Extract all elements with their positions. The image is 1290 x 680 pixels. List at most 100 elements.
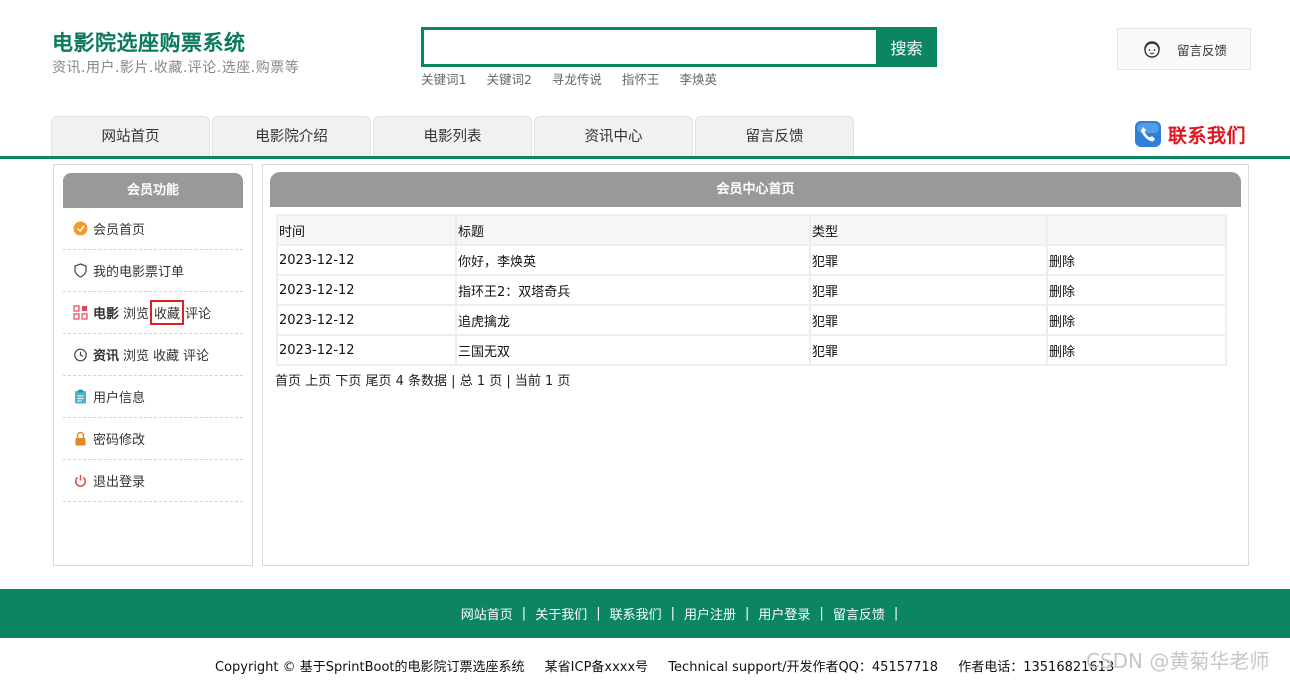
site-title: 电影院选座购票系统: [52, 31, 246, 55]
table-row: 2023-12-12 指环王2：双塔奇兵 犯罪 删除: [278, 276, 1225, 304]
sidebar-item-user-info[interactable]: 用户信息: [63, 376, 243, 418]
cell-type: 犯罪: [811, 276, 1046, 304]
footer-link-about[interactable]: 关于我们: [535, 604, 587, 623]
sidebar-item-label: 用户信息: [93, 391, 146, 406]
pagination: 首页 上页 下页 尾页 4 条数据 | 总 1 页 | 当前 1 页: [275, 374, 571, 389]
hot-keywords: 关键词1 关键词2 寻龙传说 指怀王 李焕英: [421, 69, 737, 88]
sidebar-item-label: 会员首页: [93, 223, 146, 238]
keyword-link[interactable]: 关键词1: [421, 69, 466, 88]
table-row: 2023-12-12 追虎擒龙 犯罪 删除: [278, 306, 1225, 334]
icp-text: 某省ICP备xxxx号: [544, 660, 649, 675]
footer-link-feedback[interactable]: 留言反馈: [833, 604, 885, 623]
sidebar-item-label: 退出登录: [93, 475, 146, 490]
sidebar-item-ticket-orders[interactable]: 我的电影票订单: [63, 250, 243, 292]
nav-item-movie-list[interactable]: 电影列表: [373, 116, 532, 156]
cell-title: 追虎擒龙: [457, 306, 809, 334]
contact-us-label: 联系我们: [1168, 124, 1247, 147]
delete-link[interactable]: 删除: [1048, 276, 1225, 304]
feedback-label: 留言反馈: [1177, 42, 1228, 58]
sidebar-title: 会员功能: [63, 173, 243, 208]
shield-icon: [73, 263, 88, 278]
feedback-button[interactable]: 留言反馈: [1117, 28, 1251, 70]
watermark: CSDN @黄菊华老师: [1086, 649, 1270, 673]
member-sidebar: 会员功能 会员首页 我的电影票订单 电影 浏览 收藏 评论 资讯 浏览 收藏 评…: [53, 164, 253, 566]
pager-last-link[interactable]: 尾页: [365, 374, 391, 389]
keyword-link[interactable]: 李焕英: [679, 69, 717, 88]
column-header-type: 类型: [811, 216, 1046, 244]
pager-total: 总 1 页: [459, 374, 503, 389]
power-icon: [73, 473, 88, 488]
clock-icon: [73, 347, 88, 362]
cell-title: 指环王2：双塔奇兵: [457, 276, 809, 304]
news-comments-link[interactable]: 评论: [183, 345, 209, 364]
delete-link[interactable]: 删除: [1048, 246, 1225, 274]
search-button[interactable]: 搜索: [876, 27, 937, 67]
delete-link[interactable]: 删除: [1048, 306, 1225, 334]
support-text: Technical support/开发作者QQ：45157718: [668, 660, 939, 675]
pager-count: 4 条数据: [395, 374, 448, 389]
footer-link-contact[interactable]: 联系我们: [610, 604, 662, 623]
delete-link[interactable]: 删除: [1048, 336, 1225, 364]
column-header-time: 时间: [278, 216, 455, 244]
favorites-table: 时间 标题 类型 2023-12-12 你好，李焕英 犯罪 删除 2023-12…: [276, 214, 1227, 366]
table-header-row: 时间 标题 类型: [278, 216, 1225, 244]
footer-links: 网站首页 | 关于我们 | 联系我们 | 用户注册 | 用户登录 | 留言反馈 |: [0, 589, 1290, 638]
footer-link-login[interactable]: 用户登录: [758, 604, 810, 623]
pager-prev-link[interactable]: 上页: [305, 374, 331, 389]
cell-type: 犯罪: [811, 336, 1046, 364]
news-favorites-link[interactable]: 收藏: [153, 345, 179, 364]
search-input[interactable]: [421, 27, 876, 67]
nav-item-feedback[interactable]: 留言反馈: [695, 116, 854, 156]
keyword-link[interactable]: 关键词2: [486, 69, 531, 88]
sidebar-item-movie: 电影 浏览 收藏 评论: [63, 292, 243, 334]
sidebar-item-member-home[interactable]: 会员首页: [63, 208, 243, 250]
column-header-title: 标题: [457, 216, 809, 244]
nav-divider: [0, 156, 1290, 159]
site-subtitle: 资讯.用户.影片.收藏.评论.选座.购票等: [52, 60, 300, 76]
sidebar-item-label: 我的电影票订单: [93, 265, 185, 280]
cell-time: 2023-12-12: [278, 276, 455, 304]
cell-time: 2023-12-12: [278, 336, 455, 364]
column-header-action: [1048, 216, 1225, 244]
footer-link-home[interactable]: 网站首页: [461, 604, 513, 623]
copyright-bar: Copyright © 基于SprintBoot的电影院订票选座系统 某省ICP…: [215, 656, 1130, 675]
cell-time: 2023-12-12: [278, 246, 455, 274]
nav-item-cinema-intro[interactable]: 电影院介绍: [212, 116, 371, 156]
copyright-text: Copyright © 基于SprintBoot的电影院订票选座系统: [215, 660, 525, 675]
main-panel: 会员中心首页 时间 标题 类型 2023-12-12 你好，李焕英 犯罪 删除 …: [262, 164, 1249, 566]
grid-icon: [73, 305, 88, 320]
pager-next-link[interactable]: 下页: [335, 374, 361, 389]
sidebar-item-logout[interactable]: 退出登录: [63, 460, 243, 502]
cell-type: 犯罪: [811, 306, 1046, 334]
table-row: 2023-12-12 三国无双 犯罪 删除: [278, 336, 1225, 364]
contact-us-link[interactable]: 联系我们: [1134, 120, 1246, 148]
page-title: 会员中心首页: [270, 172, 1241, 207]
sidebar-menu: 会员首页 我的电影票订单 电影 浏览 收藏 评论 资讯 浏览 收藏 评论 用户信…: [63, 208, 243, 502]
keyword-link[interactable]: 指怀王: [622, 69, 660, 88]
movie-comments-link[interactable]: 评论: [185, 303, 211, 322]
orange-circle-icon: [73, 221, 88, 236]
sidebar-item-label: 密码修改: [93, 433, 146, 448]
footer-link-register[interactable]: 用户注册: [684, 604, 736, 623]
clipboard-icon: [73, 389, 88, 404]
cell-title: 三国无双: [457, 336, 809, 364]
cell-type: 犯罪: [811, 246, 1046, 274]
lock-icon: [73, 431, 88, 446]
nav-item-news[interactable]: 资讯中心: [534, 116, 693, 156]
nav-item-home[interactable]: 网站首页: [51, 116, 210, 156]
movie-favorites-link[interactable]: 收藏: [150, 300, 185, 325]
search-bar: 搜索: [421, 27, 937, 67]
sidebar-item-label: 电影: [93, 307, 120, 322]
phone-icon: [1135, 121, 1161, 147]
table-row: 2023-12-12 你好，李焕英 犯罪 删除: [278, 246, 1225, 274]
sidebar-item-password[interactable]: 密码修改: [63, 418, 243, 460]
cell-time: 2023-12-12: [278, 306, 455, 334]
news-browse-link[interactable]: 浏览: [123, 345, 149, 364]
sidebar-item-label: 资讯: [93, 349, 120, 364]
movie-browse-link[interactable]: 浏览: [123, 303, 149, 322]
keyword-link[interactable]: 寻龙传说: [552, 69, 602, 88]
pager-first-link[interactable]: 首页: [275, 374, 301, 389]
pager-current: 当前 1 页: [514, 374, 571, 389]
sidebar-item-news: 资讯 浏览 收藏 评论: [63, 334, 243, 376]
cell-title: 你好，李焕英: [457, 246, 809, 274]
